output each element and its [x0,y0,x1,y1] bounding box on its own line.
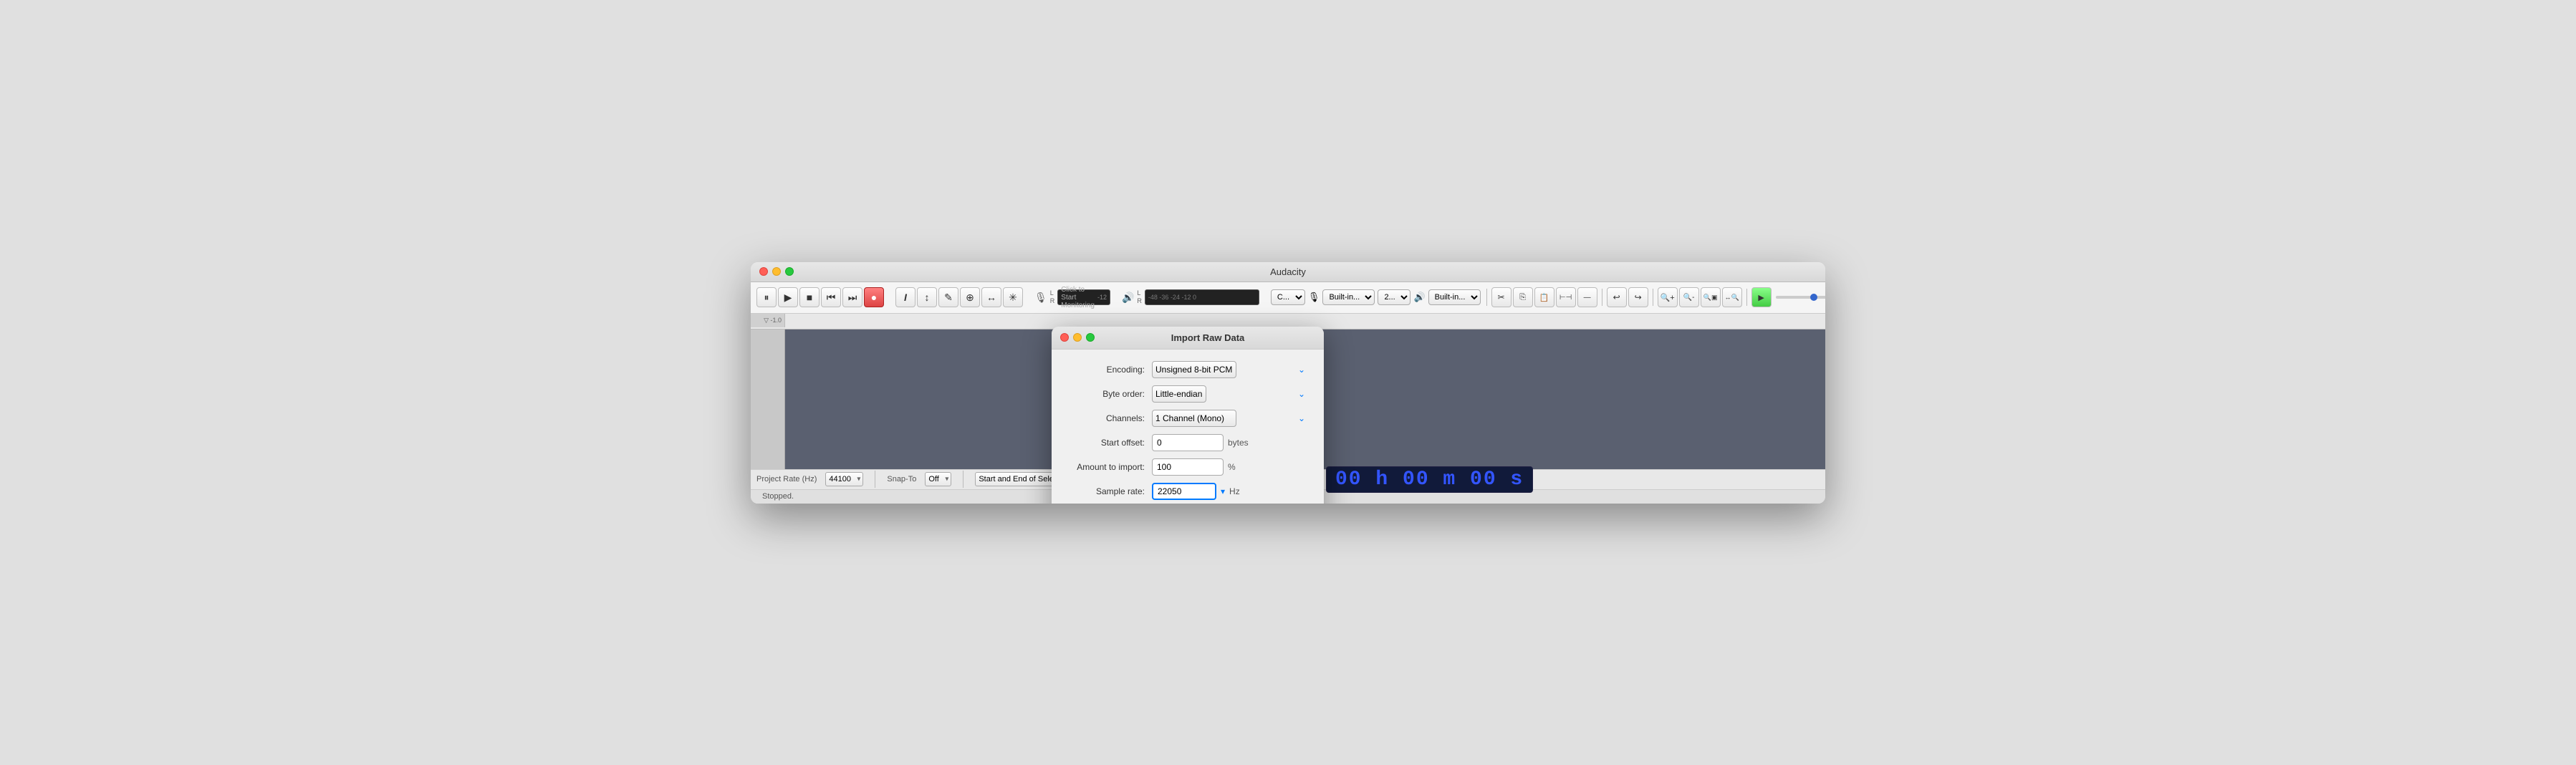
start-offset-unit: bytes [1228,438,1249,448]
select-tool-button[interactable]: I [895,287,915,307]
encoding-row: Encoding: Unsigned 8-bit PCM Signed 16-b… [1066,361,1309,378]
close-button[interactable] [759,267,768,276]
amount-row: Amount to import: % [1066,458,1309,476]
zoom-fit-button[interactable]: ↔🔍 [1722,287,1742,307]
amount-input[interactable] [1152,458,1224,476]
byte-order-label: Byte order: [1066,389,1152,399]
cut-button[interactable]: ✂ [1491,287,1512,307]
speaker-icon2: 🔊 [1413,292,1425,303]
modal-minimize-button[interactable] [1073,333,1082,342]
trim-button[interactable]: ⊢⊣ [1556,287,1576,307]
sample-rate-input[interactable] [1152,483,1216,500]
output-meter[interactable]: -48 -36 -24 -12 0 [1145,289,1259,305]
time-display-area: 00 h 00 m 00 s [1326,466,1533,493]
channels-label: Channels: [1066,413,1152,423]
modal-maximize-button[interactable] [1086,333,1095,342]
monitoring-label[interactable]: Click to Start Monitoring [1061,286,1095,309]
meter-scale-label: -12 [1097,294,1107,301]
host-select[interactable]: C... [1271,289,1305,305]
transport-controls: ⏸ ▶ ■ ⏮ ⏭ ● [756,287,884,307]
modal-title: Import Raw Data [1100,332,1315,343]
modal-titlebar: Import Raw Data [1052,327,1324,350]
paste-button[interactable]: 📋 [1534,287,1554,307]
encoding-select[interactable]: Unsigned 8-bit PCM Signed 16-bit PCM 32-… [1152,361,1236,378]
zoom-tool-button[interactable]: ⊕ [960,287,980,307]
track-label-panel [751,329,785,469]
modal-close-button[interactable] [1060,333,1069,342]
timeshift-tool-button[interactable]: ↔ [981,287,1001,307]
silence-button[interactable]: — [1577,287,1597,307]
toolbar-row1: ⏸ ▶ ■ ⏮ ⏭ ● I ↕ ✎ ⊕ ↔ ✳ 🎙 LR Click to St… [751,282,1825,314]
input-meter[interactable]: Click to Start Monitoring -12 [1057,289,1110,305]
tool-controls: I ↕ ✎ ⊕ ↔ ✳ [895,287,1023,307]
right-toolbar: ✂ ⎘ 📋 ⊢⊣ — ↩ ↪ 🔍+ 🔍- 🔍▣ ↔🔍 ▶ [1484,287,1825,307]
sample-rate-row: Sample rate: ▾ Hz [1066,483,1309,500]
channels-wrapper: 1 Channel (Mono) 2 Channels (Stereo) [1152,410,1309,427]
mic-input-icon: 🎙 [1034,292,1047,304]
zoom-sel-button[interactable]: 🔍▣ [1701,287,1721,307]
channels-select2[interactable]: 1 Channel (Mono) 2 Channels (Stereo) [1152,410,1236,427]
main-window: Audacity ⏸ ▶ ■ ⏮ ⏭ ● I ↕ ✎ ⊕ ↔ ✳ 🎙 LR [751,262,1825,504]
project-rate-select[interactable]: 44100 22050 48000 [825,472,863,486]
multitool-button[interactable]: ✳ [1003,287,1023,307]
window-title: Audacity [1270,266,1306,277]
speaker-icon: 🔊 [1122,292,1134,304]
byte-order-select[interactable]: Little-endian Big-endian [1152,385,1206,403]
snap-to-label: Snap-To [887,475,916,483]
byte-order-wrapper: Little-endian Big-endian [1152,385,1309,403]
sample-rate-control: ▾ [1152,483,1225,500]
record-button[interactable]: ● [864,287,884,307]
amount-label: Amount to import: [1066,462,1152,472]
pencil-tool-button[interactable]: ✎ [938,287,958,307]
snap-to-select[interactable]: Off On [925,472,951,486]
encoding-label: Encoding: [1066,365,1152,375]
play-button[interactable]: ▶ [778,287,798,307]
copy-button[interactable]: ⎘ [1513,287,1533,307]
status-text: Stopped. [756,492,794,501]
output-lr-label: LR [1137,289,1142,305]
main-time-display: 00 h 00 m 00 s [1335,468,1524,491]
titlebar: Audacity [751,262,1825,282]
device-selects: C... 🎙 Built-in... 2... 🔊 Built-in... [1271,289,1481,305]
byte-order-row: Byte order: Little-endian Big-endian [1066,385,1309,403]
skip-forward-button[interactable]: ⏭ [842,287,862,307]
play-at-speed-button[interactable]: ▶ [1751,287,1772,307]
snap-to-wrapper: Off On [925,472,951,486]
zoom-in-button[interactable]: 🔍+ [1658,287,1678,307]
start-offset-row: Start offset: bytes [1066,434,1309,451]
maximize-button[interactable] [785,267,794,276]
modal-traffic-lights [1060,333,1095,342]
sample-rate-unit: Hz [1229,486,1240,496]
undo-button[interactable]: ↩ [1607,287,1627,307]
sample-rate-label: Sample rate: [1066,486,1152,496]
import-raw-dialog: Import Raw Data Encoding: Unsigned 8-bit… [1052,327,1324,504]
project-rate-wrapper: 44100 22050 48000 [825,472,863,486]
input-device-select[interactable]: Built-in... [1322,289,1375,305]
start-offset-label: Start offset: [1066,438,1152,448]
mic-icon2: 🎙 [1308,292,1320,303]
ruler-track-label: ▽ -1.0 [751,314,785,327]
redo-button[interactable]: ↪ [1628,287,1648,307]
start-offset-input[interactable] [1152,434,1224,451]
output-scale: -48 -36 -24 -12 0 [1148,294,1196,301]
traffic-lights [759,267,794,276]
zoom-out-button[interactable]: 🔍- [1679,287,1699,307]
minimize-button[interactable] [772,267,781,276]
skip-back-button[interactable]: ⏮ [821,287,841,307]
stop-button[interactable]: ■ [799,287,820,307]
pause-button[interactable]: ⏸ [756,287,777,307]
modal-body: Encoding: Unsigned 8-bit PCM Signed 16-b… [1052,350,1324,504]
speed-slider[interactable] [1776,296,1825,299]
encoding-wrapper: Unsigned 8-bit PCM Signed 16-bit PCM 32-… [1152,361,1309,378]
separator8 [1746,289,1747,306]
separator5 [1486,289,1487,306]
channels-row: Channels: 1 Channel (Mono) 2 Channels (S… [1066,410,1309,427]
mic-lr-label: LR [1050,289,1055,305]
envelope-tool-button[interactable]: ↕ [917,287,937,307]
channels-select[interactable]: 2... [1378,289,1410,305]
amount-unit: % [1228,462,1236,472]
output-device-select[interactable]: Built-in... [1428,289,1481,305]
sample-rate-chevron[interactable]: ▾ [1221,486,1225,496]
project-rate-label: Project Rate (Hz) [756,475,817,483]
